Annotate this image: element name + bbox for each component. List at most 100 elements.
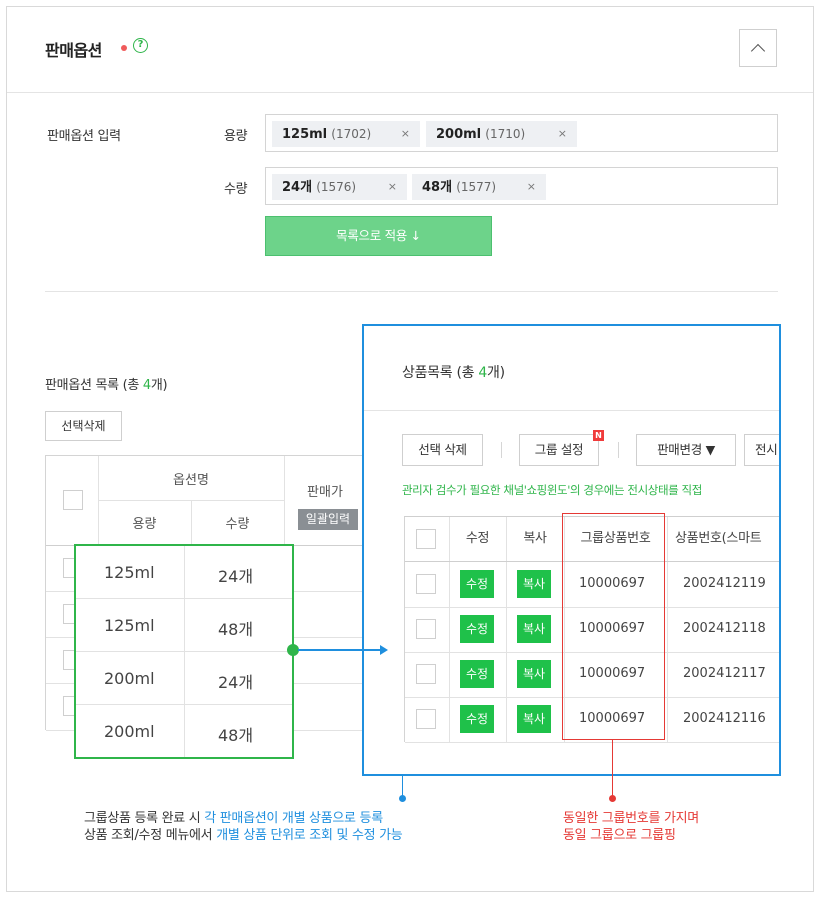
tag-count: (1577) [456, 180, 497, 194]
sales-option-card: 판매옵션 ? 판매옵션 입력 용량 125ml (1702) × 200ml (… [6, 6, 814, 892]
tag-value: 125ml [282, 127, 328, 142]
option-list-count: 4 [142, 378, 151, 393]
select-all-products-checkbox[interactable] [416, 529, 436, 549]
tag-value: 24개 [282, 180, 313, 195]
product-row-checkbox[interactable] [416, 664, 436, 684]
quantity-option-input[interactable]: 24개 (1576) × 48개 (1577) × [265, 167, 778, 205]
section-header: 판매옵션 ? [7, 7, 813, 93]
row-divider [76, 651, 292, 652]
collapse-button[interactable] [739, 29, 777, 67]
header-option-name: 옵션명 [173, 473, 209, 488]
header-edit: 수정 [465, 531, 490, 546]
arrow-line [298, 649, 382, 651]
option-row-label-quantity: 수량 [224, 182, 248, 197]
quantity-cell: 24개 [218, 567, 254, 586]
group-settings-button[interactable]: 그룹 설정 [519, 434, 599, 466]
header-price: 판매가 [307, 485, 343, 500]
column-divider [667, 517, 668, 743]
caption-highlight: 개별 상품 단위로 조회 및 수정 가능 [216, 828, 403, 843]
option-list-title: 판매옵션 목록 (총 4개) [45, 374, 168, 393]
caption-right-line-2: 동일 그룹으로 그룹핑 [563, 828, 676, 843]
product-list-title: 상품목록 (총 4개) [402, 362, 505, 382]
edit-button[interactable]: 수정 [460, 705, 494, 733]
delete-selected-products-button[interactable]: 선택 삭제 [402, 434, 483, 466]
option-row-label-capacity: 용량 [224, 129, 248, 144]
tag-count: (1702) [331, 127, 372, 141]
caption-line-1: 그룹상품 등록 완료 시 각 판매옵션이 개별 상품으로 등록 [84, 810, 383, 827]
product-number-cell: 2002412118 [683, 621, 766, 636]
separator [618, 442, 619, 458]
apply-to-list-button[interactable]: 목록으로 적용 ↓ [265, 216, 492, 256]
tag-value: 48개 [422, 180, 453, 195]
edit-button[interactable]: 수정 [460, 660, 494, 688]
product-row-checkbox[interactable] [416, 709, 436, 729]
option-tag: 125ml (1702) × [272, 121, 420, 147]
header-capacity: 용량 [132, 517, 157, 532]
caption-line-2: 상품 조회/수정 메뉴에서 개별 상품 단위로 조회 및 수정 가능 [84, 827, 403, 844]
quantity-cell: 24개 [218, 673, 254, 692]
pointer-line [612, 740, 613, 797]
divider [364, 410, 779, 411]
pointer-dot-icon [399, 795, 406, 802]
option-tag: 24개 (1576) × [272, 174, 407, 200]
caption-text: 그룹상품 등록 완료 시 [84, 811, 205, 826]
arrow-right-icon [380, 645, 388, 655]
remove-tag-icon[interactable]: × [401, 121, 410, 147]
copy-button[interactable]: 복사 [517, 705, 551, 733]
select-all-checkbox[interactable] [63, 490, 83, 510]
sale-change-dropdown[interactable]: 판매변경 ▼ [636, 434, 736, 466]
product-list-title-prefix: 상품목록 (총 [402, 365, 479, 381]
quantity-cell: 48개 [218, 620, 254, 639]
capacity-cell: 125ml [104, 563, 155, 582]
pointer-dot-icon [609, 795, 616, 802]
caption-right-line-1: 동일한 그룹번호를 가지며 [563, 811, 699, 826]
required-dot-icon [121, 45, 127, 51]
new-badge: N [593, 430, 604, 441]
review-notice: 관리자 검수가 필요한 채널'쇼핑윈도'의 경우에는 전시상태를 직접 [402, 483, 702, 497]
tag-value: 200ml [436, 127, 482, 142]
copy-button[interactable]: 복사 [517, 660, 551, 688]
group-number-highlight [562, 513, 665, 740]
option-tag: 200ml (1710) × [426, 121, 577, 147]
row-divider [98, 500, 284, 501]
bulk-input-button[interactable]: 일괄입력 [298, 509, 358, 530]
option-combination-highlight: 125ml 24개 125ml 48개 200ml 24개 200ml 48개 [74, 544, 294, 759]
header-product-number: 상품번호(스마트 [675, 531, 762, 546]
product-list-count: 4 [478, 365, 487, 381]
product-row-checkbox[interactable] [416, 574, 436, 594]
option-input-label: 판매옵션 입력 [47, 129, 121, 144]
caption-text: 상품 조회/수정 메뉴에서 [84, 828, 217, 843]
section-title: 판매옵션 [45, 41, 102, 60]
product-number-cell: 2002412116 [683, 711, 766, 726]
edit-button[interactable]: 수정 [460, 615, 494, 643]
copy-button[interactable]: 복사 [517, 570, 551, 598]
capacity-cell: 125ml [104, 616, 155, 635]
product-number-cell: 2002412117 [683, 666, 766, 681]
row-divider [405, 742, 779, 743]
remove-tag-icon[interactable]: × [388, 174, 397, 200]
header-copy: 복사 [523, 531, 547, 546]
remove-tag-icon[interactable]: × [527, 174, 536, 200]
edit-button[interactable]: 수정 [460, 570, 494, 598]
header-quantity: 수량 [225, 517, 250, 532]
copy-button[interactable]: 복사 [517, 615, 551, 643]
help-icon[interactable]: ? [133, 38, 148, 53]
delete-selected-button[interactable]: 선택삭제 [45, 411, 122, 441]
option-list-title-prefix: 판매옵션 목록 (총 [45, 378, 143, 393]
capacity-cell: 200ml [104, 722, 155, 741]
tag-count: (1710) [485, 127, 526, 141]
product-list-title-suffix: 개) [486, 365, 505, 381]
capacity-cell: 200ml [104, 669, 155, 688]
option-tag: 48개 (1577) × [412, 174, 546, 200]
option-list-title-suffix: 개) [150, 378, 168, 393]
remove-tag-icon[interactable]: × [558, 121, 567, 147]
separator [501, 442, 502, 458]
divider [45, 291, 778, 292]
row-divider [76, 598, 292, 599]
product-row-checkbox[interactable] [416, 619, 436, 639]
quantity-cell: 48개 [218, 726, 254, 745]
capacity-option-input[interactable]: 125ml (1702) × 200ml (1710) × [265, 114, 778, 152]
tag-count: (1576) [316, 180, 357, 194]
caption-highlight: 각 판매옵션이 개별 상품으로 등록 [204, 811, 383, 826]
display-dropdown[interactable]: 전시 [744, 434, 779, 466]
